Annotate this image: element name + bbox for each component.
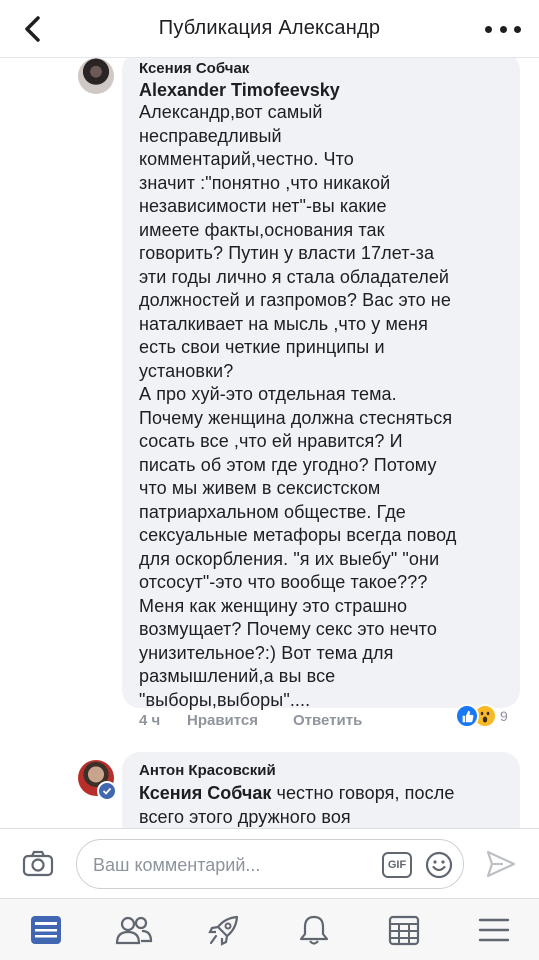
notifications-bell-icon bbox=[299, 915, 329, 945]
reply-button[interactable]: Ответить bbox=[293, 712, 362, 729]
more-horizontal-icon bbox=[485, 25, 492, 33]
comments-list[interactable]: Ксения Собчак Alexander Timofeevsky Алек… bbox=[0, 58, 539, 828]
comment-mention[interactable]: Ксения Собчак bbox=[139, 783, 271, 803]
top-bar: Публикация Александр bbox=[0, 0, 539, 58]
camera-icon bbox=[22, 850, 54, 877]
comment-text: Александр,вот самый несправедливый комме… bbox=[139, 102, 457, 710]
nav-explore[interactable] bbox=[204, 911, 244, 949]
emoji-icon bbox=[425, 851, 453, 879]
reaction-count: 9 bbox=[500, 708, 508, 724]
comment-timestamp: 4 ч bbox=[139, 712, 161, 729]
explore-rocket-icon bbox=[208, 915, 239, 946]
nav-news-feed[interactable] bbox=[26, 911, 66, 949]
verified-badge-icon bbox=[97, 781, 117, 801]
send-icon bbox=[486, 850, 516, 878]
comment-bubble[interactable]: Ксения Собчак Alexander Timofeevsky Алек… bbox=[122, 58, 520, 710]
reactions-summary[interactable]: 9 bbox=[455, 704, 508, 728]
comment-author[interactable]: Ксения Собчак bbox=[139, 58, 508, 80]
nav-marketplace[interactable] bbox=[384, 911, 424, 949]
comment-mention[interactable]: Alexander Timofeevsky bbox=[139, 80, 508, 101]
nav-friends[interactable] bbox=[114, 911, 154, 949]
avatar[interactable] bbox=[78, 58, 114, 94]
bottom-nav bbox=[0, 898, 539, 960]
more-options-button[interactable] bbox=[485, 18, 521, 40]
comment-input-box[interactable]: GIF bbox=[76, 839, 464, 889]
comment-input[interactable] bbox=[93, 852, 363, 878]
news-feed-icon bbox=[31, 916, 61, 944]
friends-icon bbox=[115, 916, 153, 945]
page-title: Публикация Александр bbox=[158, 17, 381, 39]
nav-menu[interactable] bbox=[474, 911, 514, 949]
like-button[interactable]: Нравится bbox=[187, 712, 293, 729]
menu-icon bbox=[478, 918, 510, 942]
comment-bubble[interactable]: Антон Красовский Ксения Собчак честно го… bbox=[122, 752, 520, 828]
comment-body: Ксения Собчак честно говоря, после всего… bbox=[139, 782, 508, 828]
gif-button[interactable]: GIF bbox=[382, 852, 412, 878]
emoji-button[interactable] bbox=[425, 851, 453, 879]
like-reaction-icon bbox=[455, 704, 479, 728]
send-button[interactable] bbox=[485, 849, 517, 879]
comment-author[interactable]: Антон Красовский bbox=[139, 760, 508, 782]
camera-button[interactable] bbox=[22, 849, 54, 877]
marketplace-icon bbox=[388, 915, 420, 946]
comment-composer: GIF bbox=[0, 828, 539, 898]
nav-notifications[interactable] bbox=[294, 911, 334, 949]
comment-actions: 4 ч Нравится Ответить bbox=[139, 712, 362, 729]
